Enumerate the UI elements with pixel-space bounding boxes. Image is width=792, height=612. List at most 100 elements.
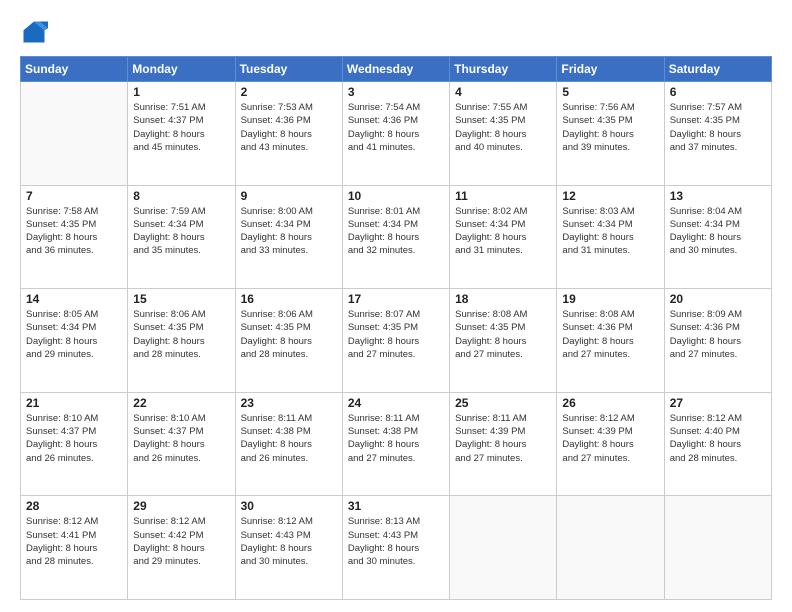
cell-content: Sunrise: 8:11 AMSunset: 4:38 PMDaylight:… (348, 412, 444, 465)
day-number: 11 (455, 189, 551, 203)
cell-content: Sunrise: 8:12 AMSunset: 4:39 PMDaylight:… (562, 412, 658, 465)
logo (20, 18, 52, 46)
cell-w3-d1: 22Sunrise: 8:10 AMSunset: 4:37 PMDayligh… (128, 392, 235, 496)
cell-w0-d6: 6 Sunrise: 7:57 AMSunset: 4:35 PMDaylight… (664, 82, 771, 186)
day-number: 30 (241, 499, 337, 513)
cell-content: Sunrise: 7:51 AMSunset: 4:37 PMDaylight:… (133, 101, 229, 154)
cell-w3-d2: 23 Sunrise: 8:11 AMSunset: 4:38 PMDayligh… (235, 392, 342, 496)
day-number: 21 (26, 396, 122, 410)
cell-content: Sunrise: 7:58 AMSunset: 4:35 PMDaylight:… (26, 205, 122, 258)
day-number: 25 (455, 396, 551, 410)
cell-w3-d0: 21 Sunrise: 8:10 AMSunset: 4:37 PMDayligh… (21, 392, 128, 496)
cell-w1-d4: 11 Sunrise: 8:02 AMSunset: 4:34 PMDayligh… (450, 185, 557, 289)
day-number: 18 (455, 292, 551, 306)
cell-w2-d6: 20 Sunrise: 8:09 AMSunset: 4:36 PMDayligh… (664, 289, 771, 393)
day-number: 15 (133, 292, 229, 306)
cell-w0-d1: 1 Sunrise: 7:51 AMSunset: 4:37 PMDaylight… (128, 82, 235, 186)
day-number: 19 (562, 292, 658, 306)
cell-w2-d3: 17Sunrise: 8:07 AMSunset: 4:35 PMDayligh… (342, 289, 449, 393)
cell-w1-d1: 8 Sunrise: 7:59 AMSunset: 4:34 PMDaylight… (128, 185, 235, 289)
col-header-sunday: Sunday (21, 57, 128, 82)
cell-w4-d1: 29 Sunrise: 8:12 AMSunset: 4:42 PMDayligh… (128, 496, 235, 600)
cell-w0-d3: 3 Sunrise: 7:54 AMSunset: 4:36 PMDaylight… (342, 82, 449, 186)
cell-w4-d6 (664, 496, 771, 600)
logo-icon (20, 18, 48, 46)
cell-content: Sunrise: 8:01 AMSunset: 4:34 PMDaylight:… (348, 205, 444, 258)
cell-w0-d2: 2 Sunrise: 7:53 AMSunset: 4:36 PMDaylight… (235, 82, 342, 186)
cell-w0-d5: 5 Sunrise: 7:56 AMSunset: 4:35 PMDaylight… (557, 82, 664, 186)
day-number: 23 (241, 396, 337, 410)
header (20, 18, 772, 46)
col-header-saturday: Saturday (664, 57, 771, 82)
cell-w3-d5: 26 Sunrise: 8:12 AMSunset: 4:39 PMDayligh… (557, 392, 664, 496)
cell-content: Sunrise: 8:07 AMSunset: 4:35 PMDaylight:… (348, 308, 444, 361)
cell-content: Sunrise: 8:08 AMSunset: 4:35 PMDaylight:… (455, 308, 551, 361)
cell-w0-d4: 4 Sunrise: 7:55 AMSunset: 4:35 PMDaylight… (450, 82, 557, 186)
cell-content: Sunrise: 8:10 AMSunset: 4:37 PMDaylight:… (133, 412, 229, 465)
day-number: 29 (133, 499, 229, 513)
cell-content: Sunrise: 8:10 AMSunset: 4:37 PMDaylight:… (26, 412, 122, 465)
calendar-header-row: SundayMondayTuesdayWednesdayThursdayFrid… (21, 57, 772, 82)
cell-w4-d4 (450, 496, 557, 600)
cell-w3-d6: 27Sunrise: 8:12 AMSunset: 4:40 PMDayligh… (664, 392, 771, 496)
day-number: 14 (26, 292, 122, 306)
cell-content: Sunrise: 8:11 AMSunset: 4:39 PMDaylight:… (455, 412, 551, 465)
day-number: 6 (670, 85, 766, 99)
cell-w2-d1: 15 Sunrise: 8:06 AMSunset: 4:35 PMDayligh… (128, 289, 235, 393)
day-number: 8 (133, 189, 229, 203)
cell-content: Sunrise: 7:54 AMSunset: 4:36 PMDaylight:… (348, 101, 444, 154)
cell-w2-d4: 18 Sunrise: 8:08 AMSunset: 4:35 PMDayligh… (450, 289, 557, 393)
col-header-tuesday: Tuesday (235, 57, 342, 82)
day-number: 31 (348, 499, 444, 513)
cell-w4-d5 (557, 496, 664, 600)
cell-content: Sunrise: 8:03 AMSunset: 4:34 PMDaylight:… (562, 205, 658, 258)
cell-content: Sunrise: 7:59 AMSunset: 4:34 PMDaylight:… (133, 205, 229, 258)
cell-w4-d2: 30 Sunrise: 8:12 AMSunset: 4:43 PMDayligh… (235, 496, 342, 600)
day-number: 4 (455, 85, 551, 99)
cell-content: Sunrise: 8:06 AMSunset: 4:35 PMDaylight:… (133, 308, 229, 361)
cell-w2-d5: 19 Sunrise: 8:08 AMSunset: 4:36 PMDayligh… (557, 289, 664, 393)
cell-content: Sunrise: 8:13 AMSunset: 4:43 PMDaylight:… (348, 515, 444, 568)
day-number: 10 (348, 189, 444, 203)
day-number: 26 (562, 396, 658, 410)
cell-content: Sunrise: 7:53 AMSunset: 4:36 PMDaylight:… (241, 101, 337, 154)
calendar-table: SundayMondayTuesdayWednesdayThursdayFrid… (20, 56, 772, 600)
cell-content: Sunrise: 8:12 AMSunset: 4:43 PMDaylight:… (241, 515, 337, 568)
cell-w2-d0: 14 Sunrise: 8:05 AMSunset: 4:34 PMDayligh… (21, 289, 128, 393)
col-header-monday: Monday (128, 57, 235, 82)
cell-w1-d3: 10 Sunrise: 8:01 AMSunset: 4:34 PMDayligh… (342, 185, 449, 289)
cell-w1-d6: 13Sunrise: 8:04 AMSunset: 4:34 PMDayligh… (664, 185, 771, 289)
cell-content: Sunrise: 7:56 AMSunset: 4:35 PMDaylight:… (562, 101, 658, 154)
cell-content: Sunrise: 8:09 AMSunset: 4:36 PMDaylight:… (670, 308, 766, 361)
col-header-thursday: Thursday (450, 57, 557, 82)
week-row-1: 7 Sunrise: 7:58 AMSunset: 4:35 PMDaylight… (21, 185, 772, 289)
cell-content: Sunrise: 7:57 AMSunset: 4:35 PMDaylight:… (670, 101, 766, 154)
cell-w0-d0 (21, 82, 128, 186)
week-row-2: 14 Sunrise: 8:05 AMSunset: 4:34 PMDayligh… (21, 289, 772, 393)
day-number: 7 (26, 189, 122, 203)
cell-content: Sunrise: 8:02 AMSunset: 4:34 PMDaylight:… (455, 205, 551, 258)
day-number: 20 (670, 292, 766, 306)
week-row-4: 28 Sunrise: 8:12 AMSunset: 4:41 PMDayligh… (21, 496, 772, 600)
day-number: 12 (562, 189, 658, 203)
week-row-0: 1 Sunrise: 7:51 AMSunset: 4:37 PMDaylight… (21, 82, 772, 186)
cell-content: Sunrise: 8:12 AMSunset: 4:41 PMDaylight:… (26, 515, 122, 568)
day-number: 28 (26, 499, 122, 513)
cell-w3-d4: 25 Sunrise: 8:11 AMSunset: 4:39 PMDayligh… (450, 392, 557, 496)
day-number: 24 (348, 396, 444, 410)
page: SundayMondayTuesdayWednesdayThursdayFrid… (0, 0, 792, 612)
cell-w1-d5: 12 Sunrise: 8:03 AMSunset: 4:34 PMDayligh… (557, 185, 664, 289)
cell-content: Sunrise: 8:12 AMSunset: 4:42 PMDaylight:… (133, 515, 229, 568)
cell-content: Sunrise: 7:55 AMSunset: 4:35 PMDaylight:… (455, 101, 551, 154)
day-number: 5 (562, 85, 658, 99)
day-number: 2 (241, 85, 337, 99)
cell-content: Sunrise: 8:04 AMSunset: 4:34 PMDaylight:… (670, 205, 766, 258)
cell-content: Sunrise: 8:11 AMSunset: 4:38 PMDaylight:… (241, 412, 337, 465)
col-header-wednesday: Wednesday (342, 57, 449, 82)
cell-content: Sunrise: 8:05 AMSunset: 4:34 PMDaylight:… (26, 308, 122, 361)
day-number: 3 (348, 85, 444, 99)
day-number: 27 (670, 396, 766, 410)
day-number: 1 (133, 85, 229, 99)
week-row-3: 21 Sunrise: 8:10 AMSunset: 4:37 PMDayligh… (21, 392, 772, 496)
cell-content: Sunrise: 8:08 AMSunset: 4:36 PMDaylight:… (562, 308, 658, 361)
